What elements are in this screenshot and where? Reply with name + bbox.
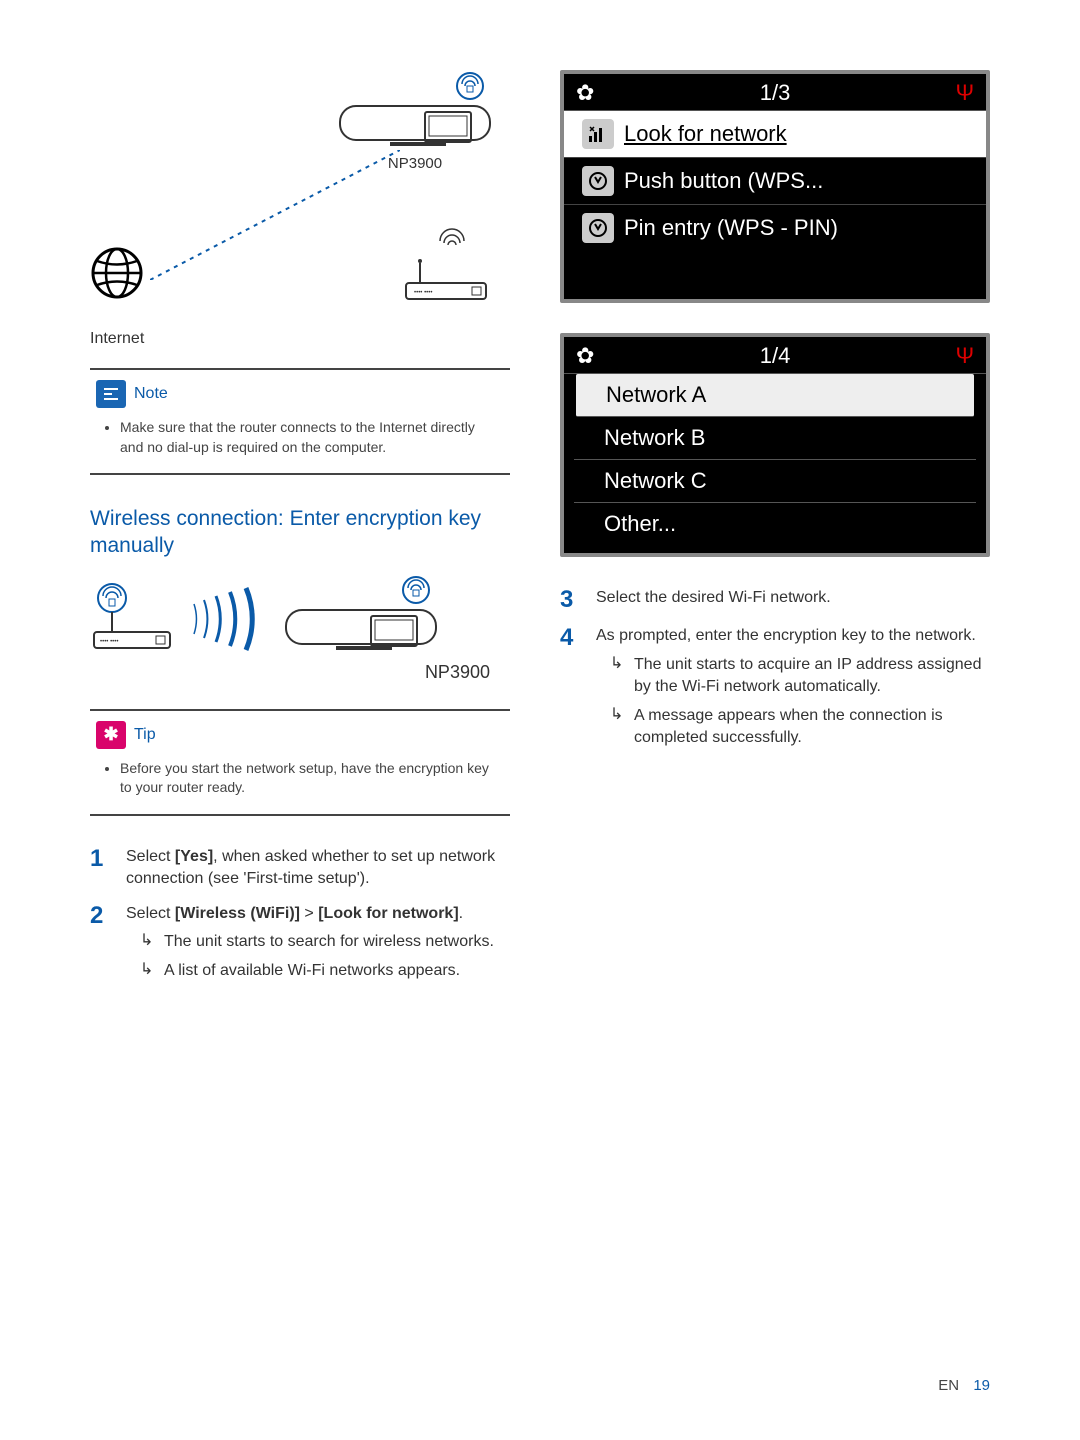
screen-count: 1/3 bbox=[760, 80, 791, 106]
step-number: 1 bbox=[90, 846, 112, 891]
step-text: . bbox=[459, 905, 463, 922]
menu-row-label: Pin entry (WPS - PIN) bbox=[624, 215, 838, 241]
step-text: As prompted, enter the encryption key to… bbox=[596, 627, 976, 644]
screen-header: ✿ 1/4 Ψ bbox=[564, 337, 986, 374]
svg-text:•••• ••••: •••• •••• bbox=[414, 290, 432, 296]
step-sub-text: The unit starts to search for wireless n… bbox=[164, 931, 510, 953]
step-sub-text: A message appears when the connection is… bbox=[634, 705, 990, 750]
note-body: Make sure that the router connects to th… bbox=[90, 414, 510, 457]
step-2: 2 Select [Wireless (WiFi)] > [Look for n… bbox=[90, 903, 510, 982]
menu-row-wps-push[interactable]: Push button (WPS... bbox=[564, 158, 986, 205]
step-sub: ↳ A message appears when the connection … bbox=[610, 705, 990, 750]
screen-header: ✿ 1/3 Ψ bbox=[564, 74, 986, 111]
step-sub: ↳ The unit starts to search for wireless… bbox=[140, 931, 510, 953]
steps-left: 1 Select [Yes], when asked whether to se… bbox=[90, 846, 510, 982]
tip-callout: ✱ Tip Before you start the network setup… bbox=[90, 709, 510, 816]
step-text: Select bbox=[126, 905, 175, 922]
tip-body-text: Before you start the network setup, have… bbox=[120, 759, 500, 798]
note-callout: Note Make sure that the router connects … bbox=[90, 368, 510, 475]
step-body: Select the desired Wi-Fi network. bbox=[596, 587, 990, 613]
menu-row-look-for-network[interactable]: Look for network bbox=[564, 111, 986, 158]
diagram-router-to-device: •••• •••• bbox=[90, 574, 510, 654]
wifi-waves-icon bbox=[186, 584, 266, 654]
network-label: Network A bbox=[606, 382, 706, 407]
router-with-antenna-icon: •••• •••• bbox=[90, 582, 176, 654]
right-column: ✿ 1/3 Ψ Look for network Push button (WP… bbox=[560, 70, 990, 994]
device-illustration: NP3900 bbox=[330, 70, 500, 172]
page-columns: NP3900 bbox=[90, 70, 990, 994]
menu-row-wps-pin[interactable]: Pin entry (WPS - PIN) bbox=[564, 205, 986, 251]
step-text: > bbox=[300, 905, 318, 922]
np3900-device-icon bbox=[330, 70, 500, 150]
footer-lang: EN bbox=[938, 1377, 959, 1394]
step-bold: [Wireless (WiFi)] bbox=[175, 905, 300, 922]
result-arrow-icon: ↳ bbox=[610, 654, 626, 699]
step-body: As prompted, enter the encryption key to… bbox=[596, 625, 990, 749]
device-screen-1: ✿ 1/3 Ψ Look for network Push button (WP… bbox=[560, 70, 990, 303]
step-number: 2 bbox=[90, 903, 112, 982]
screen-count: 1/4 bbox=[760, 343, 791, 369]
section-title: Wireless connection: Enter encryption ke… bbox=[90, 505, 510, 560]
network-row-c[interactable]: Network C bbox=[574, 460, 976, 503]
step-body: Select [Yes], when asked whether to set … bbox=[126, 846, 510, 891]
step-sub: ↳ A list of available Wi-Fi networks app… bbox=[140, 960, 510, 982]
page-footer: EN 19 bbox=[938, 1377, 990, 1394]
wps-icon bbox=[582, 213, 614, 243]
network-row-a[interactable]: Network A bbox=[576, 374, 974, 417]
step-body: Select [Wireless (WiFi)] > [Look for net… bbox=[126, 903, 510, 982]
menu-row-label: Push button (WPS... bbox=[624, 168, 823, 194]
svg-text:•••• ••••: •••• •••• bbox=[100, 639, 118, 645]
network-label: Other... bbox=[604, 511, 676, 536]
step-bold: [Yes] bbox=[175, 848, 213, 865]
device-label: NP3900 bbox=[330, 155, 500, 172]
gear-icon: ✿ bbox=[576, 343, 594, 369]
router-icon: •••• •••• bbox=[400, 225, 500, 310]
footer-page-number: 19 bbox=[973, 1377, 990, 1394]
wps-icon bbox=[582, 166, 614, 196]
result-arrow-icon: ↳ bbox=[610, 705, 626, 750]
device-label-2: NP3900 bbox=[90, 662, 490, 683]
network-row-b[interactable]: Network B bbox=[574, 417, 976, 460]
signal-bars-icon bbox=[582, 119, 614, 149]
network-label: Network C bbox=[604, 468, 707, 493]
device-screen-2: ✿ 1/4 Ψ Network A Network B Network C Ot… bbox=[560, 333, 990, 557]
tip-body: Before you start the network setup, have… bbox=[90, 755, 510, 798]
menu-row-label: Look for network bbox=[624, 121, 787, 147]
internet-label: Internet bbox=[90, 330, 510, 348]
result-arrow-icon: ↳ bbox=[140, 960, 156, 982]
result-arrow-icon: ↳ bbox=[140, 931, 156, 953]
steps-right: 3 Select the desired Wi-Fi network. 4 As… bbox=[560, 587, 990, 749]
antenna-icon: Ψ bbox=[956, 343, 974, 369]
step-number: 4 bbox=[560, 625, 582, 749]
step-1: 1 Select [Yes], when asked whether to se… bbox=[90, 846, 510, 891]
tip-header: ✱ Tip bbox=[90, 711, 510, 755]
step-text: Select the desired Wi-Fi network. bbox=[596, 589, 831, 606]
antenna-icon: Ψ bbox=[956, 80, 974, 106]
np3900-device-icon-2 bbox=[276, 574, 446, 654]
step-sub-text: The unit starts to acquire an IP address… bbox=[634, 654, 990, 699]
network-row-other[interactable]: Other... bbox=[574, 503, 976, 545]
diagram-internet-router-device: NP3900 bbox=[90, 70, 510, 320]
note-body-text: Make sure that the router connects to th… bbox=[120, 418, 500, 457]
step-3: 3 Select the desired Wi-Fi network. bbox=[560, 587, 990, 613]
note-header: Note bbox=[90, 370, 510, 414]
step-4: 4 As prompted, enter the encryption key … bbox=[560, 625, 990, 749]
step-sub: ↳ The unit starts to acquire an IP addre… bbox=[610, 654, 990, 699]
tip-title: Tip bbox=[134, 726, 156, 744]
note-icon bbox=[96, 380, 126, 408]
step-number: 3 bbox=[560, 587, 582, 613]
step-text: Select bbox=[126, 848, 175, 865]
step-sub-text: A list of available Wi-Fi networks appea… bbox=[164, 960, 510, 982]
step-bold: [Look for network] bbox=[318, 905, 458, 922]
gear-icon: ✿ bbox=[576, 80, 594, 106]
tip-icon: ✱ bbox=[96, 721, 126, 749]
note-title: Note bbox=[134, 385, 168, 403]
network-label: Network B bbox=[604, 425, 705, 450]
left-column: NP3900 bbox=[90, 70, 510, 994]
internet-globe-icon bbox=[90, 246, 144, 305]
